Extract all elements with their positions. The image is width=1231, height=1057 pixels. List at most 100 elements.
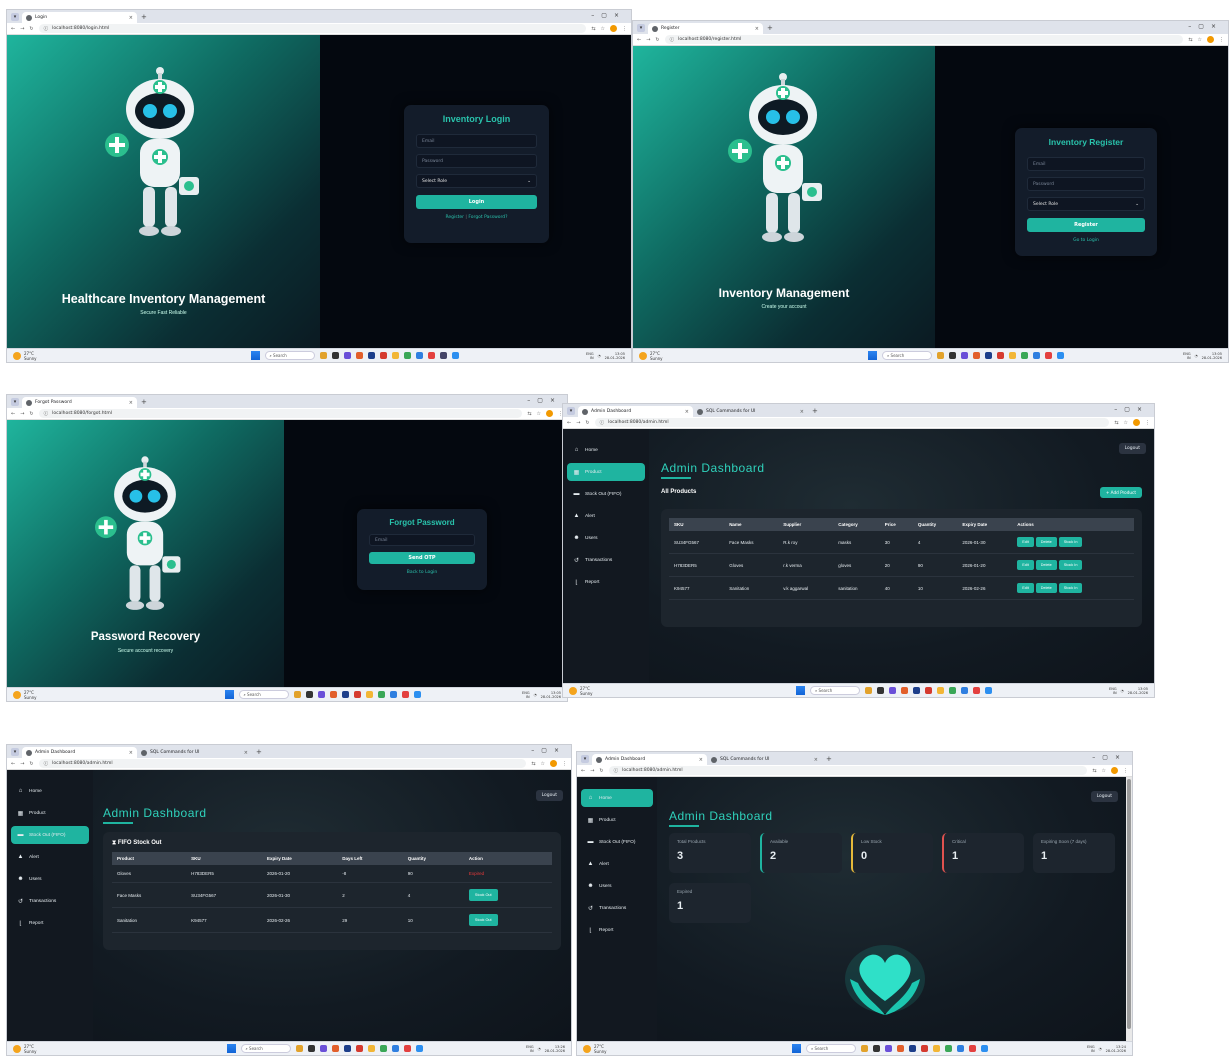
windows-icon[interactable] bbox=[868, 351, 878, 360]
app-icon[interactable] bbox=[1021, 352, 1029, 359]
app-icon[interactable] bbox=[343, 1045, 351, 1052]
profile-avatar[interactable] bbox=[1133, 419, 1140, 426]
app-icon[interactable] bbox=[379, 1045, 387, 1052]
back-icon[interactable]: ← bbox=[11, 26, 15, 32]
sidebar-item-users[interactable]: ☻ Users bbox=[567, 529, 645, 547]
app-icon[interactable] bbox=[331, 1045, 339, 1052]
app-icon[interactable] bbox=[981, 1045, 989, 1052]
url-field[interactable]: ⓘ localhost:8080/register.html bbox=[664, 35, 1184, 44]
forward-icon[interactable]: → bbox=[576, 420, 580, 426]
email-field[interactable]: Email bbox=[416, 134, 537, 148]
window-controls[interactable]: –▢× bbox=[1092, 754, 1127, 761]
forward-icon[interactable]: → bbox=[20, 26, 24, 32]
star-icon[interactable]: ☆ bbox=[601, 26, 605, 32]
forgot-link[interactable]: Forgot Password? bbox=[468, 215, 507, 220]
stock-in-button[interactable]: Stock In bbox=[1058, 560, 1083, 570]
system-tray[interactable]: ENG IN ◔ 13:26 28-01-2026 bbox=[526, 1045, 565, 1053]
sidebar-item-report[interactable]: ⌊ Report bbox=[581, 921, 653, 939]
translate-icon[interactable]: ⇆ bbox=[1092, 768, 1096, 774]
tab-admin[interactable]: Admin Dashboard × bbox=[592, 754, 707, 765]
reload-icon[interactable]: ↻ bbox=[29, 761, 33, 767]
windows-icon[interactable] bbox=[250, 351, 260, 360]
new-tab-icon[interactable]: + bbox=[256, 748, 262, 756]
stock-in-button[interactable]: Stock In bbox=[1058, 537, 1083, 547]
reload-icon[interactable]: ↻ bbox=[585, 420, 589, 426]
app-icon[interactable] bbox=[973, 687, 981, 694]
app-icon[interactable] bbox=[873, 1045, 881, 1052]
app-icon[interactable] bbox=[933, 1045, 941, 1052]
app-icon[interactable] bbox=[319, 352, 327, 359]
new-tab-icon[interactable]: + bbox=[826, 755, 832, 763]
menu-icon[interactable]: ⋮ bbox=[622, 26, 627, 32]
new-tab-icon[interactable]: + bbox=[141, 398, 147, 406]
menu-icon[interactable]: ⋮ bbox=[1145, 420, 1150, 426]
role-select[interactable]: Select Role ⌄ bbox=[416, 174, 537, 188]
app-icon[interactable] bbox=[379, 352, 387, 359]
windows-icon[interactable] bbox=[224, 690, 234, 699]
tab-sql[interactable]: SQL Commands for UI × bbox=[693, 406, 808, 417]
menu-icon[interactable]: ⋮ bbox=[1123, 768, 1128, 774]
back-to-login-link[interactable]: Back to Login bbox=[369, 570, 475, 575]
app-icon[interactable] bbox=[295, 1045, 303, 1052]
reload-icon[interactable]: ↻ bbox=[29, 26, 33, 32]
taskbar-search[interactable]: ⌕ Search bbox=[240, 1044, 291, 1053]
app-icon[interactable] bbox=[865, 687, 873, 694]
app-icon[interactable] bbox=[367, 1045, 375, 1052]
back-icon[interactable]: ← bbox=[567, 420, 571, 426]
back-icon[interactable]: ← bbox=[11, 411, 15, 417]
app-icon[interactable] bbox=[1033, 352, 1041, 359]
app-icon[interactable] bbox=[961, 352, 969, 359]
app-icon[interactable] bbox=[403, 1045, 411, 1052]
profile-avatar[interactable] bbox=[546, 410, 553, 417]
app-icon[interactable] bbox=[877, 687, 885, 694]
scrollbar[interactable] bbox=[1126, 777, 1132, 1041]
tab-search-icon[interactable]: ▾ bbox=[581, 754, 589, 763]
logout-button[interactable]: Logout bbox=[535, 790, 563, 801]
app-icon[interactable] bbox=[957, 1045, 965, 1052]
sidebar-item-report[interactable]: ⌊ Report bbox=[11, 914, 89, 932]
password-field[interactable]: Password bbox=[1027, 177, 1145, 191]
tab-search-icon[interactable]: ▾ bbox=[567, 406, 575, 415]
url-field[interactable]: ⓘ localhost:8080/login.html bbox=[38, 24, 587, 33]
app-icon[interactable] bbox=[413, 691, 421, 698]
app-icon[interactable] bbox=[985, 352, 993, 359]
sidebar-item-users[interactable]: ☻ Users bbox=[11, 870, 89, 888]
close-tab-icon[interactable]: × bbox=[755, 26, 759, 32]
tab-admin[interactable]: Admin Dashboard × bbox=[22, 747, 137, 758]
app-icon[interactable] bbox=[365, 691, 373, 698]
translate-icon[interactable]: ⇆ bbox=[1114, 420, 1118, 426]
app-icon[interactable] bbox=[861, 1045, 869, 1052]
app-icon[interactable] bbox=[307, 1045, 315, 1052]
tab-sql[interactable]: SQL Commands for UI × bbox=[137, 747, 252, 758]
close-tab-icon[interactable]: × bbox=[699, 757, 703, 763]
reload-icon[interactable]: ↻ bbox=[29, 411, 33, 417]
app-icon[interactable] bbox=[367, 352, 375, 359]
translate-icon[interactable]: ⇆ bbox=[1188, 37, 1192, 43]
sidebar-item-alert[interactable]: ▲ Alert bbox=[567, 507, 645, 525]
url-field[interactable]: ⓘ localhost:8080/admin.html bbox=[594, 418, 1110, 427]
sidebar-item-home[interactable]: ⌂ Home bbox=[581, 789, 653, 807]
translate-icon[interactable]: ⇆ bbox=[591, 26, 595, 32]
sidebar-item-stockout[interactable]: ▬ Stock Out (FIFO) bbox=[11, 826, 89, 844]
weather-widget[interactable]: 27°C Sunny bbox=[569, 686, 679, 696]
add-product-button[interactable]: + Add Product bbox=[1099, 487, 1142, 498]
forward-icon[interactable]: → bbox=[646, 37, 650, 43]
tab-sql[interactable]: SQL Commands for UI × bbox=[707, 754, 822, 765]
close-tab-icon[interactable]: × bbox=[129, 15, 133, 21]
profile-avatar[interactable] bbox=[610, 25, 617, 32]
tab-register[interactable]: Register × bbox=[648, 23, 763, 34]
translate-icon[interactable]: ⇆ bbox=[527, 411, 531, 417]
url-field[interactable]: ⓘ localhost:8080/forgot.html bbox=[38, 409, 523, 418]
star-icon[interactable]: ☆ bbox=[537, 411, 541, 417]
window-controls[interactable]: –▢× bbox=[1188, 23, 1223, 30]
app-icon[interactable] bbox=[389, 691, 397, 698]
stock-in-button[interactable]: Stock In bbox=[1058, 583, 1083, 593]
close-tab-icon[interactable]: × bbox=[129, 750, 133, 756]
app-icon[interactable] bbox=[305, 691, 313, 698]
taskbar-search[interactable]: ⌕ Search bbox=[810, 686, 861, 695]
sidebar-item-product[interactable]: ▦ Product bbox=[581, 811, 653, 829]
menu-icon[interactable]: ⋮ bbox=[562, 761, 567, 767]
forward-icon[interactable]: → bbox=[20, 761, 24, 767]
sidebar-item-transactions[interactable]: ↺ Transactions bbox=[11, 892, 89, 910]
sidebar-item-transactions[interactable]: ↺ Transactions bbox=[567, 551, 645, 569]
